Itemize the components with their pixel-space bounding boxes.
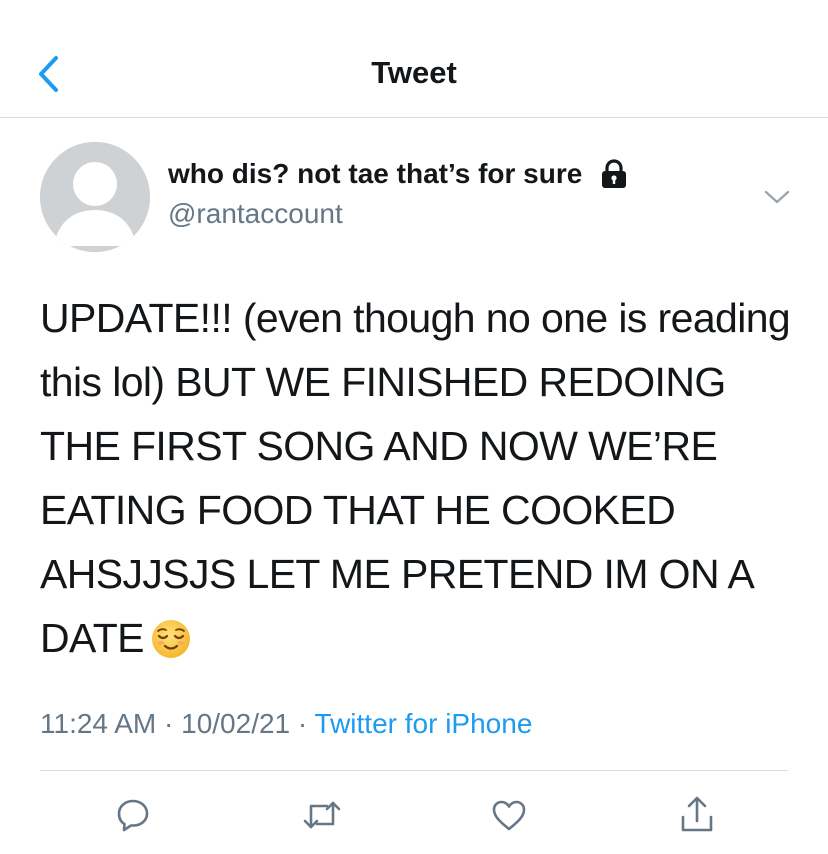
lock-icon bbox=[600, 159, 628, 189]
like-button[interactable] bbox=[489, 795, 529, 835]
share-button[interactable] bbox=[677, 795, 717, 835]
tweet-time: 11:24 AM bbox=[40, 708, 157, 739]
default-avatar-icon bbox=[40, 142, 150, 252]
tweet-source-link[interactable]: Twitter for iPhone bbox=[315, 708, 533, 739]
reply-button[interactable] bbox=[113, 795, 153, 835]
more-options-button[interactable] bbox=[760, 182, 794, 212]
tweet-date: 10/02/21 bbox=[181, 708, 291, 739]
tweet-meta: 11:24 AM · 10/02/21 · Twitter for iPhone bbox=[40, 708, 532, 740]
tweet-text: UPDATE!!! (even though no one is reading… bbox=[40, 295, 791, 661]
share-icon bbox=[681, 796, 713, 832]
author-row: who dis? not tae that’s for sure bbox=[168, 158, 628, 190]
meta-separator: · bbox=[297, 708, 308, 739]
avatar[interactable] bbox=[40, 142, 150, 252]
user-handle[interactable]: @rantaccount bbox=[168, 198, 343, 230]
relieved-face-emoji bbox=[150, 614, 192, 678]
page-title: Tweet bbox=[371, 55, 457, 90]
top-bar: Tweet bbox=[0, 0, 828, 118]
like-icon bbox=[492, 800, 526, 831]
meta-separator: · bbox=[164, 708, 174, 739]
chevron-down-icon bbox=[764, 190, 790, 204]
divider bbox=[40, 770, 788, 771]
retweet-button[interactable] bbox=[302, 795, 342, 835]
display-name[interactable]: who dis? not tae that’s for sure bbox=[168, 158, 582, 190]
tweet-body: UPDATE!!! (even though no one is reading… bbox=[40, 286, 800, 678]
reply-icon bbox=[117, 799, 149, 832]
retweet-icon bbox=[303, 801, 341, 829]
